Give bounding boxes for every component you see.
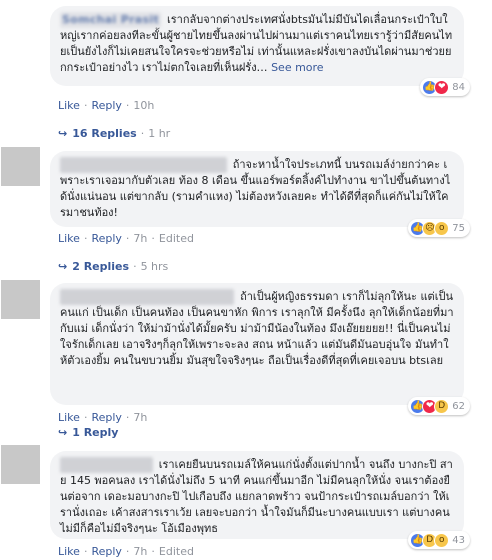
avatar[interactable] — [1, 280, 40, 319]
reaction-count: 62 — [452, 400, 465, 412]
see-more-link[interactable]: See more — [271, 61, 324, 74]
comment-bubble: xxxxxxxxxxxxxxxxxxxxxxxถ้าเป็นผู้หญิงธรร… — [50, 283, 470, 415]
comment-actions: Like · Reply · 7h — [58, 411, 147, 424]
separator: · — [151, 232, 155, 245]
like-button[interactable]: Like — [58, 545, 80, 558]
comment-author[interactable]: xxxxxxxxxxxxxxxxxxxxxxx — [60, 289, 235, 305]
replies-count[interactable]: 1 Reply — [72, 426, 118, 439]
love-icon: ❤ — [434, 79, 450, 95]
comment-bubble: Somchai Prasit เรากลับจากต่างประเทศนั่งbt… — [50, 6, 470, 96]
view-replies-link[interactable]: ↪ 16 Replies · 1 hr — [58, 127, 170, 140]
view-replies-link[interactable]: ↪ 1 Reply — [58, 426, 118, 439]
comment-author[interactable]: xxxxxxxxxxxx — [60, 457, 153, 473]
separator: · — [83, 99, 88, 112]
reaction-count: 84 — [452, 81, 465, 93]
reaction-summary[interactable]: 👍 D o 43 — [408, 531, 470, 549]
view-replies-link[interactable]: ↪ 2 Replies · 5 hrs — [58, 260, 168, 273]
comment-bubble: xxxxxxxxxxxxxxxxxxxxxxถ้าจะหาน้ำใจประเภท… — [50, 151, 470, 237]
reply-arrow-icon: ↪ — [58, 426, 68, 439]
reply-arrow-icon: ↪ — [58, 260, 68, 273]
reaction-summary[interactable]: 👍 ❤ D 62 — [408, 397, 470, 415]
reply-button[interactable]: Reply — [91, 232, 121, 245]
reply-button[interactable]: Reply — [91, 545, 121, 558]
comment-time[interactable]: 7h — [133, 545, 147, 558]
edited-label[interactable]: Edited — [159, 232, 194, 245]
comment-body: xxxxxxxxxxxxเราเคยยืนบนรถเมล์ให้คนแก่นั่… — [60, 457, 454, 537]
avatar[interactable] — [1, 445, 40, 484]
comment-bubble: xxxxxxxxxxxxเราเคยยืนบนรถเมล์ให้คนแก่นั่… — [50, 451, 470, 549]
reply-button[interactable]: Reply — [91, 99, 121, 112]
edited-label[interactable]: Edited — [159, 545, 194, 558]
separator: · — [83, 232, 88, 245]
reply-arrow-icon: ↪ — [58, 127, 68, 140]
reaction-count: 75 — [452, 222, 465, 234]
reaction-summary[interactable]: 👍 ❤ 84 — [420, 78, 470, 96]
separator: · — [125, 411, 130, 424]
separator: · — [125, 99, 130, 112]
separator: · — [125, 232, 130, 245]
comment-author[interactable]: Somchai Prasit — [60, 12, 162, 28]
comment-actions: Like · Reply · 7h · Edited — [58, 545, 194, 558]
reply-button[interactable]: Reply — [91, 411, 121, 424]
comment-author[interactable]: xxxxxxxxxxxxxxxxxxxxxx — [60, 157, 227, 173]
wow-icon: o — [434, 532, 450, 548]
like-button[interactable]: Like — [58, 99, 80, 112]
comment-thread: Somchai Prasit เรากลับจากต่างประเทศนั่งbt… — [0, 0, 492, 560]
separator: · — [125, 545, 130, 558]
reaction-count: 43 — [452, 534, 465, 546]
haha-icon: D — [434, 398, 450, 414]
comment-time[interactable]: 10h — [133, 99, 154, 112]
comment-time[interactable]: 7h — [133, 232, 147, 245]
replies-count[interactable]: 2 Replies — [72, 260, 129, 273]
comment-body: xxxxxxxxxxxxxxxxxxxxxxxถ้าเป็นผู้หญิงธรร… — [60, 289, 454, 369]
reaction-summary[interactable]: 👍 ☹ o 75 — [408, 219, 470, 237]
replies-time: 1 hr — [148, 127, 171, 140]
like-button[interactable]: Like — [58, 232, 80, 245]
comment-body: xxxxxxxxxxxxxxxxxxxxxxถ้าจะหาน้ำใจประเภท… — [60, 157, 454, 221]
replies-count[interactable]: 16 Replies — [72, 127, 137, 140]
wow-icon: o — [434, 220, 450, 236]
avatar[interactable] — [1, 147, 40, 186]
comment-body: Somchai Prasit เรากลับจากต่างประเทศนั่งbt… — [60, 12, 454, 76]
replies-time: 5 hrs — [140, 260, 169, 273]
like-button[interactable]: Like — [58, 411, 80, 424]
comment-actions: Like · Reply · 10h — [58, 99, 154, 112]
separator: · — [133, 260, 137, 273]
separator: · — [140, 127, 145, 140]
separator: · — [83, 411, 88, 424]
comment-actions: Like · Reply · 7h · Edited — [58, 232, 194, 245]
comment-time[interactable]: 7h — [133, 411, 147, 424]
separator: · — [83, 545, 88, 558]
separator: · — [151, 545, 155, 558]
